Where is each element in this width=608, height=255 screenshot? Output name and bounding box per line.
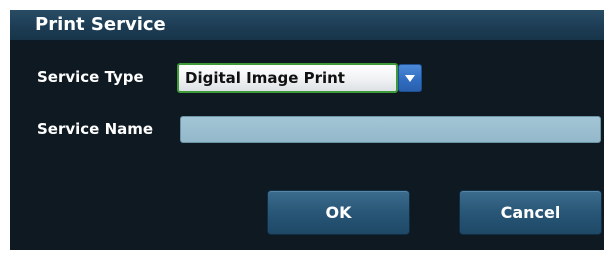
ok-button-label: OK	[325, 203, 352, 222]
cancel-button-label: Cancel	[500, 203, 561, 222]
service-type-select[interactable]: Digital Image Print	[177, 63, 422, 93]
print-service-dialog: Print Service Service Type Digital Image…	[10, 10, 604, 250]
cancel-button[interactable]: Cancel	[459, 190, 602, 235]
service-type-select-box[interactable]: Digital Image Print	[177, 63, 398, 93]
service-name-input[interactable]	[180, 116, 601, 143]
service-type-selected-value: Digital Image Print	[185, 69, 345, 87]
dropdown-button[interactable]	[398, 64, 422, 92]
dialog-titlebar[interactable]: Print Service	[10, 10, 604, 41]
service-name-label: Service Name	[37, 120, 154, 138]
service-type-label: Service Type	[37, 68, 144, 86]
chevron-down-icon	[405, 75, 415, 82]
dialog-title: Print Service	[35, 14, 166, 35]
ok-button[interactable]: OK	[267, 190, 410, 235]
